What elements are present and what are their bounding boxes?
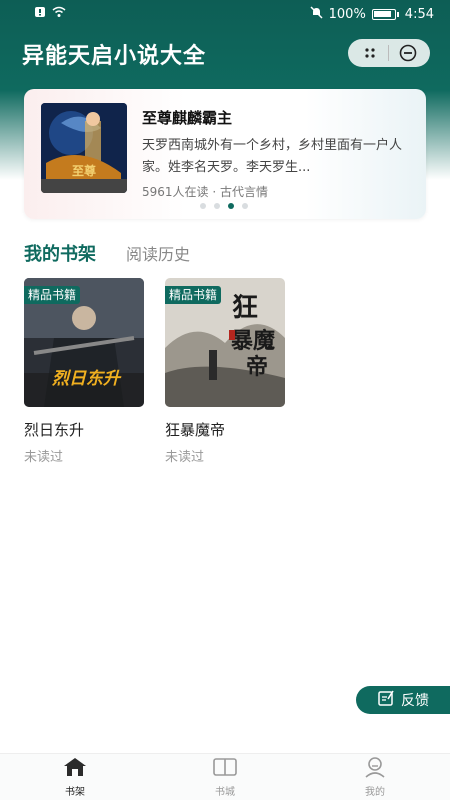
carousel-dot[interactable] (242, 203, 248, 209)
mute-bell-icon (310, 5, 323, 23)
carousel-dot[interactable] (200, 203, 206, 209)
feedback-button[interactable]: 反馈 (356, 686, 450, 714)
battery-percent: 100% (328, 6, 366, 22)
book-cover: 烈日东升 精品书籍 (24, 278, 144, 407)
premium-badge: 精品书籍 (24, 286, 81, 304)
battery-icon (371, 8, 396, 20)
featured-book-title: 至尊麒麟霸主 (142, 109, 233, 127)
book-title: 狂暴魔帝 (165, 421, 226, 439)
carousel-dot[interactable] (214, 203, 220, 209)
status-bar: 100% 4:54 (0, 0, 450, 28)
wifi-icon (52, 6, 66, 22)
app-title: 异能天启小说大全 (22, 44, 207, 69)
nav-item-bookshelf[interactable]: 书架 (62, 756, 88, 798)
svg-text:狂: 狂 (232, 293, 258, 323)
book-read-status: 未读过 (165, 450, 205, 465)
featured-book-description: 天罗西南城外有一个乡村，乡村里面有一户人家。姓李名天罗。李天罗生... (142, 138, 403, 175)
featured-book-cover: 至尊 (41, 103, 127, 193)
shelf-tabs: 我的书架 阅读历史 (24, 240, 190, 266)
carousel-indicator (200, 203, 248, 209)
home-icon (62, 756, 88, 781)
open-book-icon (212, 756, 238, 781)
nav-label: 书架 (65, 787, 85, 798)
book-title: 烈日东升 (24, 421, 85, 439)
svg-text:烈日东升: 烈日东升 (51, 369, 122, 389)
feedback-label: 反馈 (401, 693, 429, 709)
clock: 4:54 (404, 6, 434, 22)
nav-label: 书城 (215, 787, 235, 798)
nav-item-bookstore[interactable]: 书城 (212, 756, 238, 798)
svg-text:帝: 帝 (246, 354, 268, 380)
nav-label: 我的 (365, 787, 385, 798)
notification-icon (34, 6, 46, 22)
bottom-navigation: 书架 书城 我的 (0, 753, 450, 800)
svg-text:至尊: 至尊 (72, 163, 96, 178)
user-icon (362, 756, 388, 781)
svg-text:暴魔: 暴魔 (230, 328, 275, 354)
featured-book-banner[interactable]: 至尊 至尊麒麟霸主 天罗西南城外有一个乡村，乡村里面有一户人家。姓李名天罗。李天… (24, 89, 426, 219)
tab-my-shelf[interactable]: 我的书架 (24, 240, 96, 266)
carousel-dot-active[interactable] (228, 203, 234, 209)
close-circle-icon[interactable] (394, 42, 422, 64)
edit-note-icon (377, 689, 395, 711)
more-dots-icon[interactable] (356, 42, 384, 64)
tab-reading-history[interactable]: 阅读历史 (126, 241, 190, 265)
book-card[interactable]: 狂 暴魔 帝 精品书籍 狂暴魔帝 未读过 (165, 278, 287, 465)
book-card[interactable]: 烈日东升 精品书籍 烈日东升 未读过 (24, 278, 146, 465)
featured-book-meta: 5961人在读 · 古代言情 (142, 185, 268, 199)
book-read-status: 未读过 (24, 450, 64, 465)
book-cover: 狂 暴魔 帝 精品书籍 (165, 278, 285, 407)
premium-badge: 精品书籍 (165, 286, 222, 304)
nav-item-profile[interactable]: 我的 (362, 756, 388, 798)
mini-program-capsule (348, 39, 430, 67)
